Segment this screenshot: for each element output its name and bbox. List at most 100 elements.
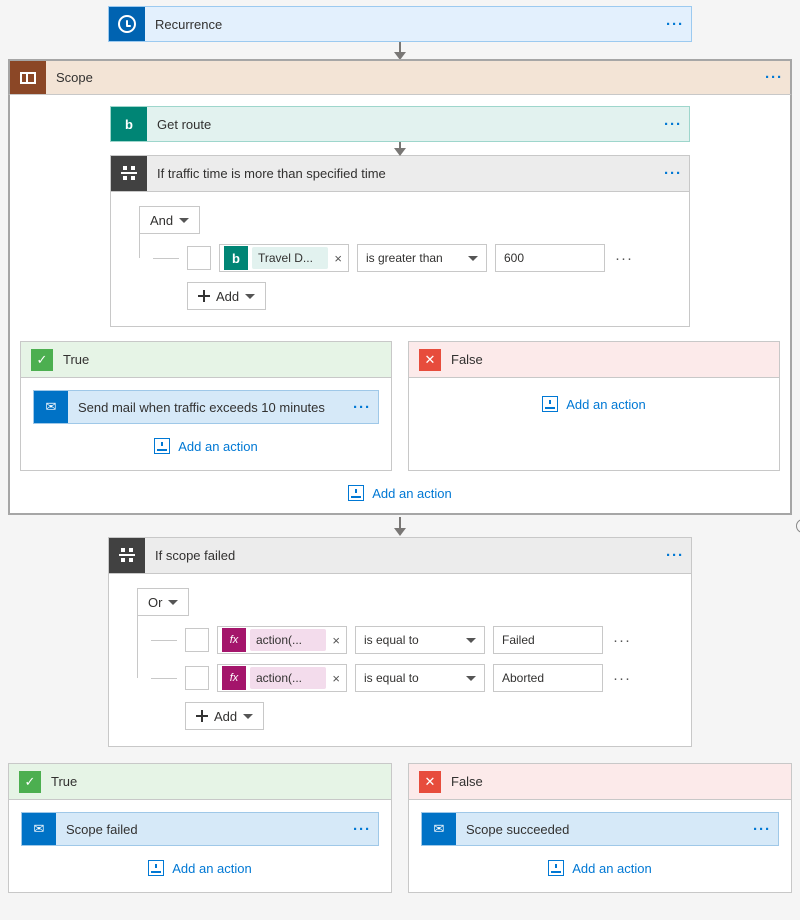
scope-failed-action[interactable]: ✉ Scope failed ··· xyxy=(21,812,379,846)
bing-icon: b xyxy=(111,107,147,141)
chevron-down-icon xyxy=(468,256,478,261)
chevron-down-icon xyxy=(179,218,189,223)
condition-header[interactable]: If traffic time is more than specified t… xyxy=(111,156,689,192)
add-action-true[interactable]: Add an action xyxy=(150,432,262,460)
condition-icon xyxy=(109,538,145,573)
add-action-icon xyxy=(148,860,164,876)
token-remove[interactable]: × xyxy=(328,251,348,266)
scope-container: b Get route ··· If traffic time is more … xyxy=(8,94,792,515)
false-label: False xyxy=(451,774,483,789)
operand-left[interactable]: b Travel D... × xyxy=(219,244,349,272)
condition-branches: ✓ True ✉ Send mail when traffic exceeds … xyxy=(20,341,780,471)
add-condition-row[interactable]: Add xyxy=(185,702,264,730)
operator-dropdown[interactable]: is equal to xyxy=(355,626,485,654)
check-icon: ✓ xyxy=(19,771,41,793)
add-action-label: Add an action xyxy=(172,861,252,876)
condition-title: If scope failed xyxy=(145,548,659,563)
row-menu[interactable]: ··· xyxy=(613,632,631,649)
recurrence-trigger[interactable]: Recurrence ··· xyxy=(108,6,692,42)
condition-row: fx action(... × is equal to Aborted ··· xyxy=(151,664,663,692)
value-text: Aborted xyxy=(502,671,544,685)
scope-succeeded-action[interactable]: ✉ Scope succeeded ··· xyxy=(421,812,779,846)
condition-header[interactable]: If scope failed ··· xyxy=(109,538,691,574)
add-action-icon xyxy=(542,396,558,412)
action-title: Send mail when traffic exceeds 10 minute… xyxy=(68,400,346,415)
logic-operator-dropdown[interactable]: And xyxy=(139,206,200,234)
action-title: Scope succeeded xyxy=(456,822,746,837)
recurrence-menu[interactable]: ··· xyxy=(659,16,691,33)
info-icon[interactable]: i xyxy=(796,519,800,533)
operator-label: is greater than xyxy=(366,251,443,265)
add-action-true[interactable]: Add an action xyxy=(144,854,256,882)
condition-row: fx action(... × is equal to Failed ··· xyxy=(151,626,663,654)
operator-label: is equal to xyxy=(364,671,419,685)
row-checkbox[interactable] xyxy=(185,666,209,690)
add-action-label: Add an action xyxy=(372,486,452,501)
token-remove[interactable]: × xyxy=(326,671,346,686)
true-branch: ✓ True ✉ Send mail when traffic exceeds … xyxy=(20,341,392,471)
operand-right[interactable]: Aborted xyxy=(493,664,603,692)
chevron-down-icon xyxy=(168,600,178,605)
check-icon: ✓ xyxy=(31,349,53,371)
false-branch: ✕ False Add an action xyxy=(408,341,780,471)
add-action-false[interactable]: Add an action xyxy=(538,390,650,418)
operand-left[interactable]: fx action(... × xyxy=(217,626,347,654)
add-action-false[interactable]: Add an action xyxy=(544,854,656,882)
chevron-down-icon xyxy=(243,714,253,719)
row-checkbox[interactable] xyxy=(185,628,209,652)
get-route-title: Get route xyxy=(147,117,657,132)
get-route-menu[interactable]: ··· xyxy=(657,116,689,133)
action-menu[interactable]: ··· xyxy=(746,821,778,838)
row-menu[interactable]: ··· xyxy=(615,250,633,267)
true-header: ✓ True xyxy=(21,342,391,378)
fx-icon: fx xyxy=(222,666,246,690)
add-condition-row[interactable]: Add xyxy=(187,282,266,310)
logic-app-designer: Recurrence ··· Scope ··· b Get route ··· xyxy=(0,0,800,920)
scope-menu[interactable]: ··· xyxy=(758,69,790,86)
false-branch: ✕ False ✉ Scope succeeded ··· Add an act… xyxy=(408,763,792,893)
arrow-icon xyxy=(8,41,792,60)
false-label: False xyxy=(451,352,483,367)
row-menu[interactable]: ··· xyxy=(613,670,631,687)
action-title: Scope failed xyxy=(56,822,346,837)
action-menu[interactable]: ··· xyxy=(346,399,378,416)
add-action-icon xyxy=(548,860,564,876)
true-label: True xyxy=(63,352,89,367)
plus-icon xyxy=(198,290,210,302)
value-text: Failed xyxy=(502,633,535,647)
outlook-icon: ✉ xyxy=(422,813,456,845)
scope-icon xyxy=(10,61,46,94)
chevron-down-icon xyxy=(466,676,476,681)
get-route-action[interactable]: b Get route ··· xyxy=(110,106,690,142)
scope-header[interactable]: Scope ··· xyxy=(8,59,792,95)
add-action-scope[interactable]: Add an action xyxy=(344,479,456,507)
add-action-label: Add an action xyxy=(178,439,258,454)
condition-menu[interactable]: ··· xyxy=(659,547,691,564)
add-label: Add xyxy=(216,289,239,304)
value-text: 600 xyxy=(504,251,524,265)
send-mail-action[interactable]: ✉ Send mail when traffic exceeds 10 minu… xyxy=(33,390,379,424)
operator-dropdown[interactable]: is equal to xyxy=(355,664,485,692)
action-menu[interactable]: ··· xyxy=(346,821,378,838)
true-header: ✓ True xyxy=(9,764,391,800)
token-remove[interactable]: × xyxy=(326,633,346,648)
row-checkbox[interactable] xyxy=(187,246,211,270)
operand-right[interactable]: 600 xyxy=(495,244,605,272)
condition-traffic-time: If traffic time is more than specified t… xyxy=(110,155,690,327)
true-label: True xyxy=(51,774,77,789)
outlook-icon: ✉ xyxy=(34,391,68,423)
logic-operator-label: And xyxy=(150,213,173,228)
operand-right[interactable]: Failed xyxy=(493,626,603,654)
logic-operator-dropdown[interactable]: Or xyxy=(137,588,189,616)
false-header: ✕ False xyxy=(409,342,779,378)
close-icon: ✕ xyxy=(419,771,441,793)
operand-left[interactable]: fx action(... × xyxy=(217,664,347,692)
operator-dropdown[interactable]: is greater than xyxy=(357,244,487,272)
logic-operator-label: Or xyxy=(148,595,162,610)
clock-icon xyxy=(109,7,145,41)
fx-icon: fx xyxy=(222,628,246,652)
condition-branches: ✓ True ✉ Scope failed ··· Add an action … xyxy=(8,763,792,893)
operator-label: is equal to xyxy=(364,633,419,647)
condition-menu[interactable]: ··· xyxy=(657,165,689,182)
add-label: Add xyxy=(214,709,237,724)
